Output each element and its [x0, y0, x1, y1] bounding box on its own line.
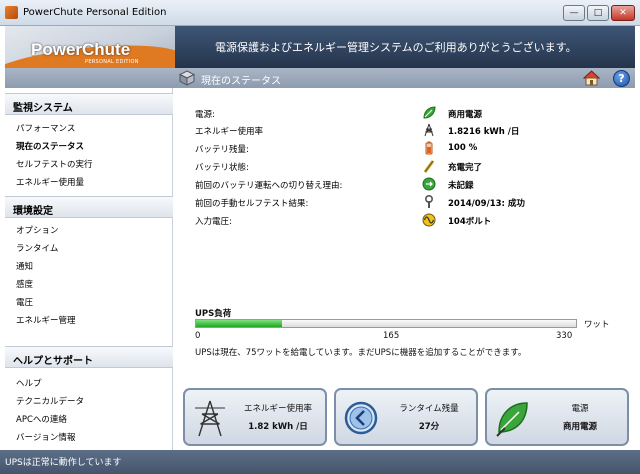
status-label-energy-usage: エネルギー使用率	[195, 127, 264, 137]
sidebar-item-sensitivity[interactable]: 感度	[16, 278, 33, 290]
ups-load-tick-mid: 165	[383, 331, 400, 341]
runtime-panel[interactable]: ランタイム残量 27分	[334, 388, 478, 446]
help-icon[interactable]: ?	[613, 70, 630, 87]
page-header-bar: 現在のステータス ?	[5, 68, 635, 88]
app-header: PowerChute PERSONAL EDITION 電源保護およびエネルギー…	[5, 26, 635, 68]
energy-usage-panel-value: 1.82 kWh /日	[248, 422, 308, 432]
plug-leaf-icon	[496, 402, 528, 437]
sidebar-item-runtime[interactable]: ランタイム	[16, 242, 58, 254]
ups-load-unit: ワット	[584, 320, 610, 330]
minimize-button[interactable]: —	[563, 5, 585, 21]
status-value-energy-usage: 1.8216 kWh /日	[448, 127, 520, 137]
voltage-icon	[422, 213, 436, 227]
logo-text: PowerChute	[31, 40, 131, 59]
sidebar-heading-settings: 環境設定	[5, 196, 173, 218]
energy-usage-panel-label: エネルギー使用率	[243, 404, 312, 414]
sidebar-item-voltage[interactable]: 電圧	[16, 296, 33, 308]
runtime-panel-label: ランタイム残量	[399, 404, 459, 414]
app-icon	[5, 6, 18, 19]
ups-load-message: UPSは現在、75ワットを給電しています。まだUPSに機器を追加することができま…	[195, 348, 527, 358]
ups-load-bar	[195, 319, 577, 328]
battery-icon	[425, 141, 433, 155]
sidebar-item-version-info[interactable]: バージョン情報	[16, 431, 75, 443]
status-value-battery-state: 充電完了	[448, 163, 483, 173]
status-panel: 電源: 商用電源 エネルギー使用率 1.8216 kWh /日 バッテリ残量: …	[173, 88, 635, 450]
runtime-panel-value: 27分	[418, 422, 440, 432]
status-label-battery-state: バッテリ状態:	[195, 163, 249, 173]
sidebar-item-performance[interactable]: パフォーマンス	[16, 122, 75, 134]
sidebar-item-energy-management[interactable]: エネルギー管理	[16, 314, 76, 326]
power-tower-icon	[195, 400, 225, 437]
status-label-power-source: 電源:	[195, 110, 215, 120]
plug-leaf-icon	[423, 106, 436, 119]
maximize-button[interactable]: □	[587, 5, 609, 21]
logo-subtext: PERSONAL EDITION	[85, 59, 139, 65]
power-source-panel-label: 電源	[571, 404, 589, 414]
sidebar-item-contact-apc[interactable]: APCへの連絡	[16, 413, 67, 425]
home-icon[interactable]	[583, 70, 600, 86]
sidebar: 監視システム パフォーマンス 現在のステータス セルフテストの実行 エネルギー使…	[5, 88, 173, 450]
ups-load-fill	[196, 320, 283, 327]
sidebar-item-technical-data[interactable]: テクニカルデータ	[16, 395, 84, 407]
power-tower-icon	[424, 123, 434, 137]
status-value-battery-level: 100 %	[448, 143, 478, 153]
page-title: 現在のステータス	[201, 76, 281, 87]
sidebar-heading-monitoring: 監視システム	[5, 93, 173, 115]
charge-icon	[423, 160, 435, 173]
sidebar-item-current-status[interactable]: 現在のステータス	[16, 140, 84, 152]
status-label-battery-level: バッテリ残量:	[195, 145, 249, 155]
status-cube-icon	[179, 70, 195, 86]
status-value-last-selftest: 2014/09/13: 成功	[448, 199, 525, 209]
status-value-power-source: 商用電源	[448, 110, 483, 120]
powerchute-logo: PowerChute PERSONAL EDITION	[5, 26, 175, 68]
status-label-last-selftest: 前回の手動セルフテスト結果:	[195, 199, 309, 209]
runtime-clock-icon	[344, 401, 378, 435]
switch-icon	[422, 177, 436, 191]
status-value-input-voltage: 104ボルト	[448, 217, 492, 227]
close-button[interactable]: ✕	[611, 5, 635, 21]
sidebar-item-energy-usage[interactable]: エネルギー使用量	[16, 176, 84, 188]
wrench-icon	[425, 195, 433, 208]
ups-load-tick-max: 330	[556, 331, 573, 341]
sidebar-item-notifications[interactable]: 通知	[16, 260, 33, 272]
sidebar-item-help[interactable]: ヘルプ	[16, 377, 42, 389]
ups-load-title: UPS負荷	[195, 309, 232, 319]
status-bar-text: UPSは正常に動作しています	[5, 458, 122, 468]
status-value-last-transfer-reason: 未記録	[448, 181, 474, 191]
power-source-panel-value: 商用電源	[562, 422, 597, 432]
ups-load-tick-min: 0	[195, 331, 201, 341]
window-titlebar: PowerChute Personal Edition — □ ✕	[0, 0, 640, 26]
sidebar-item-options[interactable]: オプション	[16, 224, 59, 236]
window-title: PowerChute Personal Edition	[23, 7, 167, 18]
power-source-panel[interactable]: 電源 商用電源	[485, 388, 629, 446]
energy-usage-panel[interactable]: エネルギー使用率 1.82 kWh /日	[183, 388, 327, 446]
status-bar: UPSは正常に動作しています	[0, 450, 640, 474]
sidebar-heading-help: ヘルプとサポート	[5, 346, 173, 368]
sidebar-item-selftest[interactable]: セルフテストの実行	[16, 158, 93, 170]
status-label-input-voltage: 入力電圧:	[195, 217, 232, 227]
welcome-message: 電源保護およびエネルギー管理システムのご利用ありがとうございます。	[215, 41, 577, 54]
status-label-last-transfer-reason: 前回のバッテリ運転への切り替え理由:	[195, 181, 343, 191]
